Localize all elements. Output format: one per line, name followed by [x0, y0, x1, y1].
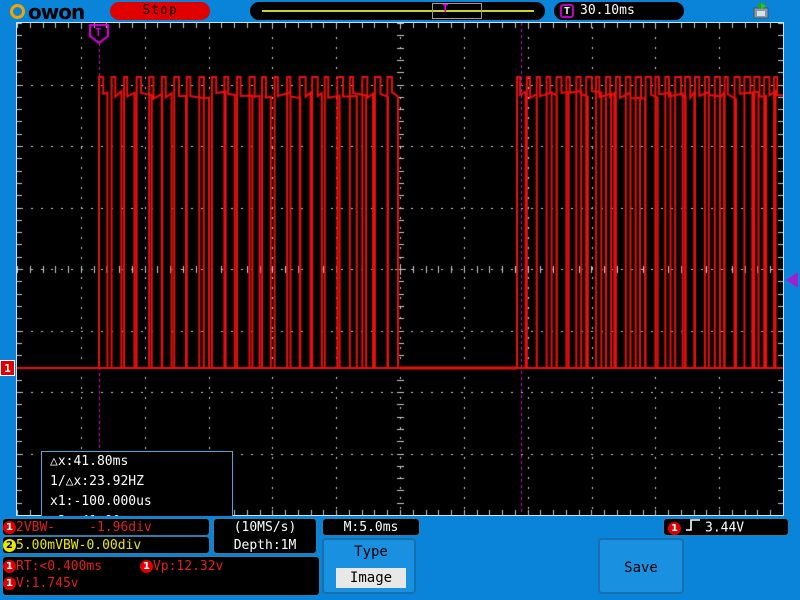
channel-2-offset: 0.00div: [86, 538, 142, 553]
trigger-T-icon: T: [560, 4, 574, 18]
measure-2-badge: 1: [139, 560, 153, 573]
channel-2-status[interactable]: 2 5.00mVBW-0.00div: [2, 536, 210, 554]
measurement-panel[interactable]: 1 RT:<0.400ms 1 Vp:12.32v 1 V:1.745v: [2, 556, 320, 596]
trigger-level-value: 3.44V: [705, 520, 745, 536]
timebase-status[interactable]: M:5.0ms: [322, 518, 420, 536]
logo-o-ring: [10, 4, 25, 19]
menu-type-label: Type: [354, 544, 388, 560]
menu-type-button[interactable]: Type Image: [322, 538, 416, 594]
trigger-level-status[interactable]: 1 3.44V: [663, 518, 789, 536]
trigger-position-value: 30.10ms: [580, 3, 635, 18]
measure-rise-time: RT:<0.400ms: [16, 559, 103, 574]
rising-edge-icon: [685, 519, 701, 537]
channel-2-badge: 2: [3, 539, 16, 552]
trigger-position-readout: T 30.10ms: [554, 2, 684, 20]
memory-position-bar[interactable]: T: [250, 2, 545, 20]
channel-1-badge: 1: [3, 521, 16, 534]
cursor-delta-x: △x:41.80ms: [50, 454, 129, 469]
memory-track: [262, 10, 534, 12]
measure-3-badge: 1: [3, 577, 16, 590]
oscilloscope-screen: owon Stop T T 30.10ms △x:41.80ms 1/△x:23…: [0, 0, 800, 600]
top-status-bar: owon Stop T T 30.10ms: [0, 0, 800, 24]
memory-trigger-marker: T: [442, 2, 449, 15]
trigger-level-arrow-icon[interactable]: [786, 272, 798, 288]
run-stop-indicator[interactable]: Stop: [110, 2, 210, 20]
usb-disk-icon: [752, 2, 770, 19]
acquisition-status: (10MS/s) Depth:1M: [213, 518, 317, 554]
measure-voltage: V:1.745v: [16, 576, 79, 591]
channel-1-ground-marker[interactable]: 1: [0, 360, 15, 376]
owon-logo: owon: [6, 0, 92, 24]
save-button[interactable]: Save: [598, 538, 684, 594]
channel-2-scale: 5.00mVBW-: [16, 538, 87, 553]
memory-window[interactable]: [432, 3, 482, 19]
waveform-canvas[interactable]: [17, 23, 783, 515]
sample-rate: (10MS/s): [233, 520, 297, 535]
channel-1-status[interactable]: 1 2VBW- -1.96div: [2, 518, 210, 536]
memory-depth: Depth:1M: [233, 538, 297, 553]
cursor-x1: x1:-100.000us: [50, 494, 152, 509]
timebase-value: M:5.0ms: [343, 520, 399, 535]
measure-1-badge: 1: [3, 560, 16, 573]
logo-text: owon: [28, 0, 85, 24]
menu-type-selected[interactable]: Image: [336, 568, 406, 588]
channel-1-scale: 2VBW-: [16, 520, 56, 535]
cursor-inverse-delta-x: 1/△x:23.92HZ: [50, 474, 144, 489]
trigger-channel-badge: 1: [668, 521, 681, 535]
channel-1-offset: -1.96div: [89, 520, 152, 535]
bottom-status-bar: 1 2VBW- -1.96div 2 5.00mVBW-0.00div (10MS/s…: [0, 516, 800, 600]
measure-vpp: Vp:12.32v: [152, 559, 224, 574]
waveform-display[interactable]: △x:41.80ms 1/△x:23.92HZ x1:-100.000us x2…: [16, 22, 784, 535]
